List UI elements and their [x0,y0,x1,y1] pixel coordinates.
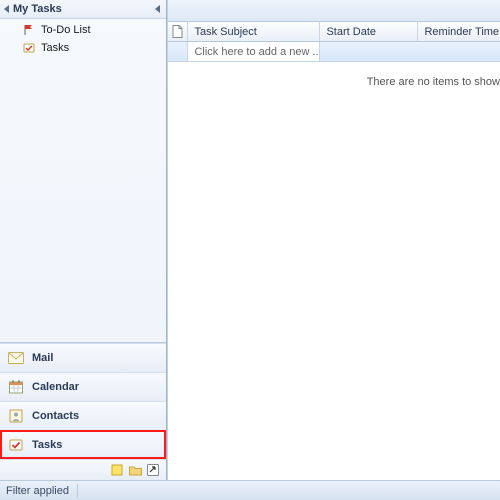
status-filter[interactable]: Filter applied [6,484,78,498]
nav-header-title: My Tasks [13,3,155,15]
caret-down-icon [4,5,9,13]
module-tasks[interactable]: Tasks [0,430,166,459]
contacts-icon [8,408,24,424]
shortcut-icon[interactable] [146,463,160,477]
page-icon [172,25,183,38]
module-overflow-row [0,459,166,480]
calendar-icon [8,379,24,395]
module-label: Tasks [32,439,62,451]
column-header-subject[interactable]: Task Subject [188,22,320,41]
column-header-start-date[interactable]: Start Date [320,22,418,41]
nav-item-label: To-Do List [41,24,162,36]
module-bar: Mail Calendar Contacts [0,342,166,480]
folder-icon[interactable] [128,463,142,477]
content-pane: Task Subject Start Date Reminder Time Cl… [167,0,500,480]
task-icon [8,437,24,453]
module-calendar[interactable]: Calendar [0,372,166,401]
add-task-input[interactable]: Click here to add a new ... [188,42,320,61]
nav-header[interactable]: My Tasks [0,0,166,19]
task-icon [22,41,36,55]
module-contacts[interactable]: Contacts [0,401,166,430]
notes-icon[interactable] [110,463,124,477]
grid-header: Task Subject Start Date Reminder Time [168,22,500,42]
nav-item-tasks[interactable]: Tasks [0,39,166,57]
module-label: Mail [32,352,53,364]
status-bar: Filter applied [0,480,500,500]
nav-tree: To-Do List Tasks [0,19,166,59]
navigation-pane: My Tasks To-Do List Tasks [0,0,167,480]
add-row-icon-cell [168,42,188,61]
module-label: Contacts [32,410,79,422]
empty-list-message: There are no items to show [168,62,500,480]
nav-item-todo-list[interactable]: To-Do List [0,21,166,39]
collapse-pane-icon[interactable] [155,5,160,13]
content-toolbar [168,0,500,22]
nav-item-label: Tasks [41,42,162,54]
mail-icon [8,350,24,366]
add-new-task-row[interactable]: Click here to add a new ... [168,42,500,62]
column-header-icon[interactable] [168,22,188,41]
module-label: Calendar [32,381,79,393]
module-mail[interactable]: Mail [0,343,166,372]
flag-icon [22,23,36,37]
column-header-reminder-time[interactable]: Reminder Time [418,22,500,41]
